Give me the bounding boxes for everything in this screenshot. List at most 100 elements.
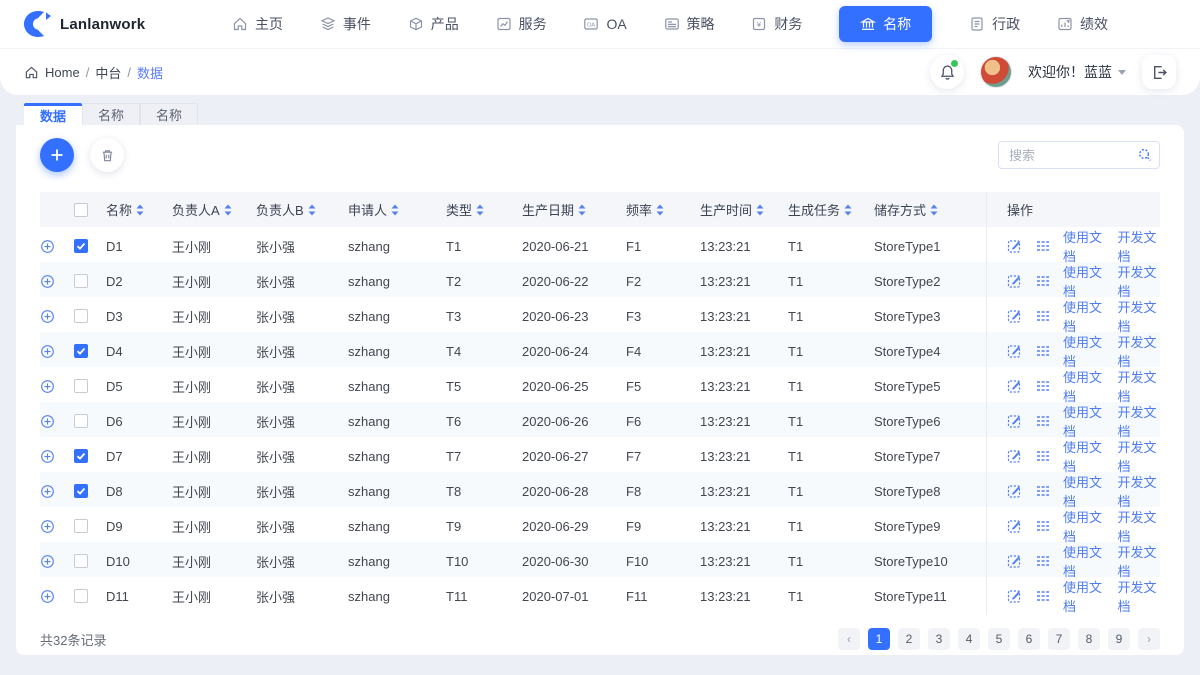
tab-2[interactable]: 名称 bbox=[82, 103, 140, 125]
brand-logo[interactable]: Lanlanwork bbox=[22, 9, 172, 39]
edit-icon[interactable] bbox=[1007, 273, 1023, 289]
row-checkbox[interactable] bbox=[74, 589, 88, 603]
sort-icon[interactable] bbox=[391, 204, 399, 216]
sort-icon[interactable] bbox=[224, 204, 232, 216]
column-header-8[interactable]: 生产时间 bbox=[700, 192, 788, 227]
tab-3[interactable]: 名称 bbox=[140, 103, 198, 125]
row-checkbox[interactable] bbox=[74, 274, 88, 288]
row-checkbox[interactable] bbox=[74, 344, 88, 358]
usage-doc-link[interactable]: 使用文档 bbox=[1063, 472, 1106, 510]
detail-list-icon[interactable] bbox=[1035, 308, 1051, 324]
expand-row-icon[interactable] bbox=[40, 414, 55, 429]
usage-doc-link[interactable]: 使用文档 bbox=[1063, 297, 1106, 335]
nav-item-name[interactable]: 名称 bbox=[839, 6, 933, 42]
usage-doc-link[interactable]: 使用文档 bbox=[1063, 367, 1106, 405]
dev-doc-link[interactable]: 开发文档 bbox=[1118, 542, 1161, 580]
edit-icon[interactable] bbox=[1007, 378, 1023, 394]
sort-icon[interactable] bbox=[578, 204, 586, 216]
search-icon[interactable] bbox=[1137, 147, 1153, 166]
row-checkbox[interactable] bbox=[74, 414, 88, 428]
dev-doc-link[interactable]: 开发文档 bbox=[1118, 437, 1161, 475]
sort-icon[interactable] bbox=[136, 204, 144, 216]
page-button-3[interactable]: 3 bbox=[928, 628, 950, 650]
sort-icon[interactable] bbox=[308, 204, 316, 216]
dev-doc-link[interactable]: 开发文档 bbox=[1118, 332, 1161, 370]
dev-doc-link[interactable]: 开发文档 bbox=[1118, 577, 1161, 615]
dev-doc-link[interactable]: 开发文档 bbox=[1118, 262, 1161, 300]
expand-row-icon[interactable] bbox=[40, 344, 55, 359]
sort-icon[interactable] bbox=[844, 204, 852, 216]
detail-list-icon[interactable] bbox=[1035, 448, 1051, 464]
column-header-4[interactable]: 申请人 bbox=[348, 192, 446, 227]
column-header-9[interactable]: 生成任务 bbox=[788, 192, 874, 227]
dev-doc-link[interactable]: 开发文档 bbox=[1118, 297, 1161, 335]
detail-list-icon[interactable] bbox=[1035, 238, 1051, 254]
usage-doc-link[interactable]: 使用文档 bbox=[1063, 332, 1106, 370]
edit-icon[interactable] bbox=[1007, 588, 1023, 604]
row-checkbox[interactable] bbox=[74, 554, 88, 568]
nav-item-services[interactable]: 服务 bbox=[496, 14, 547, 34]
sort-icon[interactable] bbox=[756, 204, 764, 216]
detail-list-icon[interactable] bbox=[1035, 343, 1051, 359]
column-header-5[interactable]: 类型 bbox=[446, 192, 522, 227]
usage-doc-link[interactable]: 使用文档 bbox=[1063, 577, 1106, 615]
column-header-10[interactable]: 储存方式 bbox=[874, 192, 986, 227]
notification-button[interactable] bbox=[930, 55, 964, 89]
column-header-6[interactable]: 生产日期 bbox=[522, 192, 626, 227]
dev-doc-link[interactable]: 开发文档 bbox=[1118, 472, 1161, 510]
detail-list-icon[interactable] bbox=[1035, 413, 1051, 429]
column-header-1[interactable]: 名称 bbox=[106, 192, 172, 227]
nav-item-products[interactable]: 产品 bbox=[408, 14, 459, 34]
page-button-1[interactable]: 1 bbox=[868, 628, 890, 650]
expand-row-icon[interactable] bbox=[40, 309, 55, 324]
page-button-6[interactable]: 6 bbox=[1018, 628, 1040, 650]
edit-icon[interactable] bbox=[1007, 308, 1023, 324]
detail-list-icon[interactable] bbox=[1035, 518, 1051, 534]
column-header-2[interactable]: 负责人A bbox=[172, 192, 256, 227]
page-button-7[interactable]: 7 bbox=[1048, 628, 1070, 650]
sort-icon[interactable] bbox=[930, 204, 938, 216]
column-header-3[interactable]: 负责人B bbox=[256, 192, 348, 227]
user-menu[interactable]: 欢迎你！蓝蓝 bbox=[1028, 62, 1126, 82]
nav-item-home[interactable]: 主页 bbox=[232, 14, 283, 34]
logout-button[interactable] bbox=[1142, 55, 1176, 89]
row-checkbox[interactable] bbox=[74, 449, 88, 463]
page-button-4[interactable]: 4 bbox=[958, 628, 980, 650]
edit-icon[interactable] bbox=[1007, 553, 1023, 569]
expand-row-icon[interactable] bbox=[40, 274, 55, 289]
dev-doc-link[interactable]: 开发文档 bbox=[1118, 227, 1161, 265]
delete-button[interactable] bbox=[90, 138, 124, 172]
detail-list-icon[interactable] bbox=[1035, 273, 1051, 289]
add-button[interactable] bbox=[40, 138, 74, 172]
detail-list-icon[interactable] bbox=[1035, 483, 1051, 499]
nav-item-oa[interactable]: OA OA bbox=[583, 16, 627, 32]
dev-doc-link[interactable]: 开发文档 bbox=[1118, 402, 1161, 440]
detail-list-icon[interactable] bbox=[1035, 378, 1051, 394]
page-button-2[interactable]: 2 bbox=[898, 628, 920, 650]
select-all-checkbox[interactable] bbox=[74, 202, 88, 217]
edit-icon[interactable] bbox=[1007, 448, 1023, 464]
sort-icon[interactable] bbox=[656, 204, 664, 216]
edit-icon[interactable] bbox=[1007, 343, 1023, 359]
breadcrumb-current[interactable]: 数据 bbox=[137, 63, 163, 82]
usage-doc-link[interactable]: 使用文档 bbox=[1063, 437, 1106, 475]
page-next-button[interactable]: › bbox=[1138, 628, 1160, 650]
expand-row-icon[interactable] bbox=[40, 484, 55, 499]
row-checkbox[interactable] bbox=[74, 379, 88, 393]
detail-list-icon[interactable] bbox=[1035, 588, 1051, 604]
user-avatar[interactable] bbox=[980, 56, 1012, 88]
dev-doc-link[interactable]: 开发文档 bbox=[1118, 367, 1161, 405]
expand-row-icon[interactable] bbox=[40, 554, 55, 569]
edit-icon[interactable] bbox=[1007, 413, 1023, 429]
nav-item-events[interactable]: 事件 bbox=[320, 14, 371, 34]
nav-item-performance[interactable]: 绩效 bbox=[1057, 14, 1108, 34]
expand-row-icon[interactable] bbox=[40, 519, 55, 534]
row-checkbox[interactable] bbox=[74, 484, 88, 498]
edit-icon[interactable] bbox=[1007, 518, 1023, 534]
search-input[interactable] bbox=[998, 141, 1160, 169]
expand-row-icon[interactable] bbox=[40, 239, 55, 254]
edit-icon[interactable] bbox=[1007, 483, 1023, 499]
detail-list-icon[interactable] bbox=[1035, 553, 1051, 569]
nav-item-finance[interactable]: ¥ 财务 bbox=[751, 14, 802, 34]
nav-item-admin[interactable]: 行政 bbox=[969, 14, 1020, 34]
